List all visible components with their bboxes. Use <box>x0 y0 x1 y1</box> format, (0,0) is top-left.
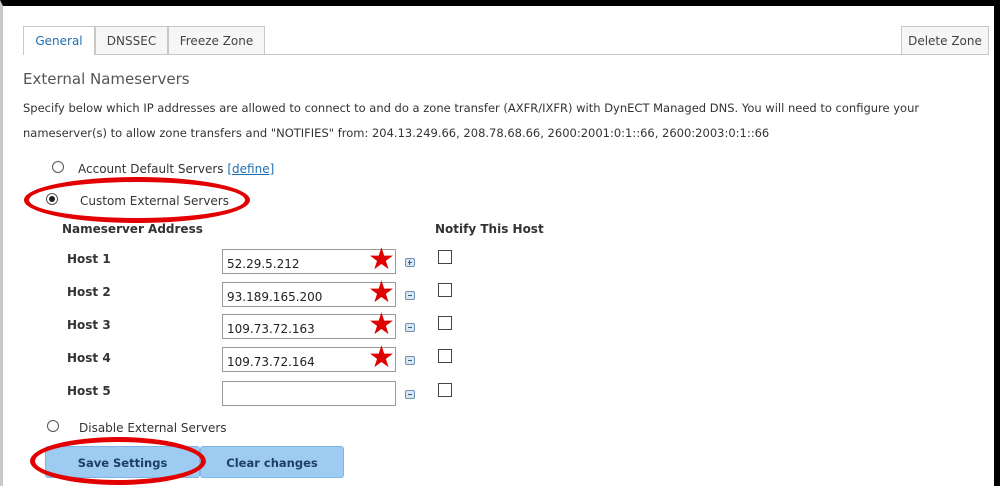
remove-host-icon[interactable] <box>405 323 415 332</box>
star-marker-icon: ★ <box>368 242 395 277</box>
host-5-input[interactable] <box>222 381 396 406</box>
remove-host-icon[interactable] <box>405 356 415 365</box>
tab-freeze-zone[interactable]: Freeze Zone <box>168 26 265 54</box>
nameserver-address-header: Nameserver Address <box>62 222 203 236</box>
host-4-label: Host 4 <box>67 351 111 365</box>
define-link[interactable]: [define] <box>227 162 274 176</box>
remove-host-icon[interactable] <box>405 291 415 300</box>
host-2-label: Host 2 <box>67 285 111 299</box>
section-description: Specify below which IP addresses are all… <box>23 96 983 146</box>
disable-external-label: Disable External Servers <box>79 421 227 435</box>
host-5-label: Host 5 <box>67 384 111 398</box>
account-default-label: Account Default Servers [define] <box>78 162 274 176</box>
host-1-notify-checkbox[interactable] <box>438 250 452 264</box>
tab-general[interactable]: General <box>23 26 95 55</box>
host-3-label: Host 3 <box>67 318 111 332</box>
tab-bar: General DNSSEC Freeze Zone Delete Zone <box>23 26 989 55</box>
host-4-notify-checkbox[interactable] <box>438 349 452 363</box>
star-marker-icon: ★ <box>368 275 395 310</box>
save-settings-button[interactable]: Save Settings <box>45 446 200 478</box>
host-1-label: Host 1 <box>67 252 111 266</box>
radio-custom-external[interactable] <box>46 193 58 205</box>
notify-host-header: Notify This Host <box>435 222 544 236</box>
account-default-text: Account Default Servers <box>78 162 224 176</box>
custom-external-label: Custom External Servers <box>80 194 229 208</box>
star-marker-icon: ★ <box>368 307 395 342</box>
description-line-1: Specify below which IP addresses are all… <box>23 101 920 115</box>
clear-changes-button[interactable]: Clear changes <box>200 446 344 478</box>
radio-disable-external[interactable] <box>47 420 59 432</box>
add-host-icon[interactable] <box>405 258 415 267</box>
remove-host-icon[interactable] <box>405 390 415 399</box>
host-2-notify-checkbox[interactable] <box>438 283 452 297</box>
host-5-notify-checkbox[interactable] <box>438 383 452 397</box>
description-line-2: nameserver(s) to allow zone transfers an… <box>23 126 770 140</box>
section-title: External Nameservers <box>23 70 190 88</box>
host-3-notify-checkbox[interactable] <box>438 316 452 330</box>
star-marker-icon: ★ <box>368 340 395 375</box>
radio-account-default[interactable] <box>52 161 64 173</box>
tab-dnssec[interactable]: DNSSEC <box>95 26 168 54</box>
delete-zone-button[interactable]: Delete Zone <box>901 26 989 54</box>
